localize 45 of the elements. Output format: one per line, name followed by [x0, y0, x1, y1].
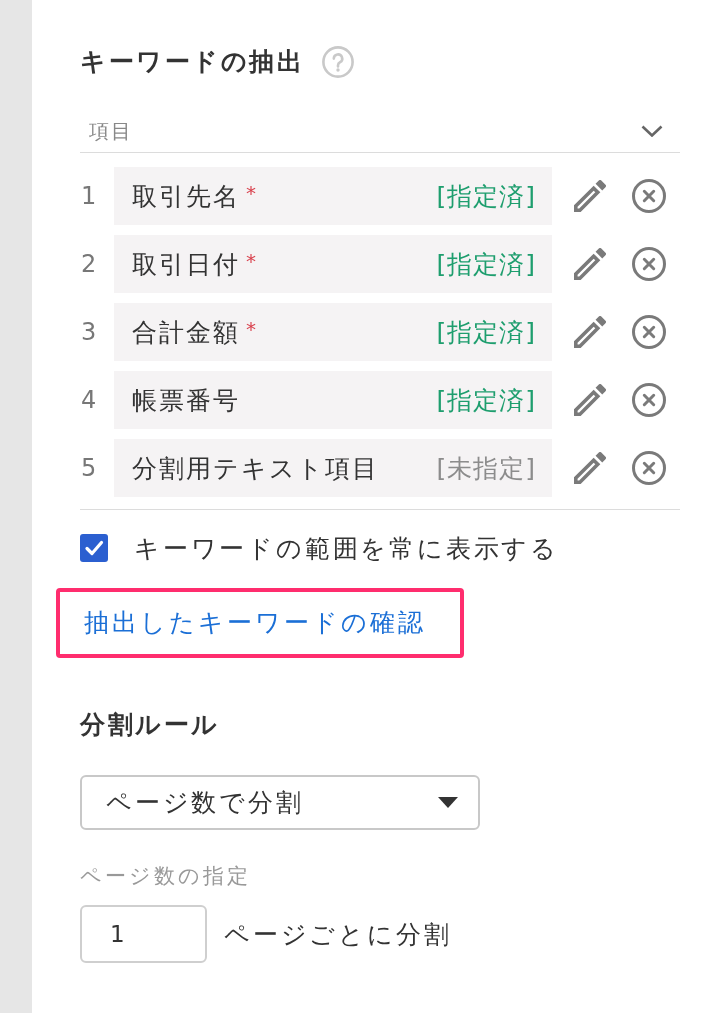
keyword-item[interactable]: 帳票番号 [指定済] [114, 371, 552, 429]
row-number: 5 [80, 454, 98, 482]
caret-icon [438, 797, 458, 808]
checkbox-label[interactable]: キーワードの範囲を常に表示する [134, 531, 559, 565]
remove-icon[interactable] [632, 315, 666, 349]
remove-icon[interactable] [632, 383, 666, 417]
status-label: [指定済] [436, 384, 536, 417]
row-number: 1 [80, 182, 98, 210]
checkbox[interactable] [80, 534, 108, 562]
field-label: ページ数の指定 [80, 863, 251, 889]
item-name: 合計金額 [132, 316, 240, 349]
row-number: 3 [80, 318, 98, 346]
pencil-icon[interactable] [574, 316, 606, 348]
field-suffix: ページごとに分割 [224, 918, 452, 951]
section-title: 分割ルール [80, 709, 220, 741]
row-number: 4 [80, 386, 98, 414]
keyword-item[interactable]: 分割用テキスト項目 [未指定] [114, 439, 552, 497]
pencil-icon[interactable] [574, 248, 606, 280]
required-mark: * [246, 181, 256, 205]
item-name: 分割用テキスト項目 [132, 452, 379, 485]
keywords-check-link[interactable]: 抽出したキーワードの確認 [84, 607, 426, 639]
required-mark: * [246, 249, 256, 273]
remove-icon[interactable] [632, 247, 666, 281]
chevron-down-icon[interactable] [641, 125, 663, 137]
remove-icon[interactable] [632, 451, 666, 485]
keyword-item[interactable]: 取引日付 * [指定済] [114, 235, 552, 293]
status-label: [指定済] [436, 180, 536, 213]
status-label: [未指定] [436, 452, 536, 485]
split-rule-dropdown[interactable]: ページ数で分割 [80, 775, 480, 830]
page-count-input[interactable]: 1 [80, 905, 207, 963]
item-name: 取引日付 [132, 248, 240, 281]
row-number: 2 [80, 250, 98, 278]
status-label: [指定済] [436, 316, 536, 349]
item-name: 帳票番号 [132, 384, 240, 417]
keyword-item[interactable]: 合計金額 * [指定済] [114, 303, 552, 361]
remove-icon[interactable] [632, 179, 666, 213]
status-label: [指定済] [436, 248, 536, 281]
keyword-item[interactable]: 取引先名 * [指定済] [114, 167, 552, 225]
item-name: 取引先名 [132, 180, 240, 213]
pencil-icon[interactable] [574, 384, 606, 416]
pencil-icon[interactable] [574, 452, 606, 484]
section-title: キーワードの抽出 [80, 46, 304, 78]
required-mark: * [246, 317, 256, 341]
pencil-icon[interactable] [574, 180, 606, 212]
column-header: 項目 [89, 118, 133, 145]
